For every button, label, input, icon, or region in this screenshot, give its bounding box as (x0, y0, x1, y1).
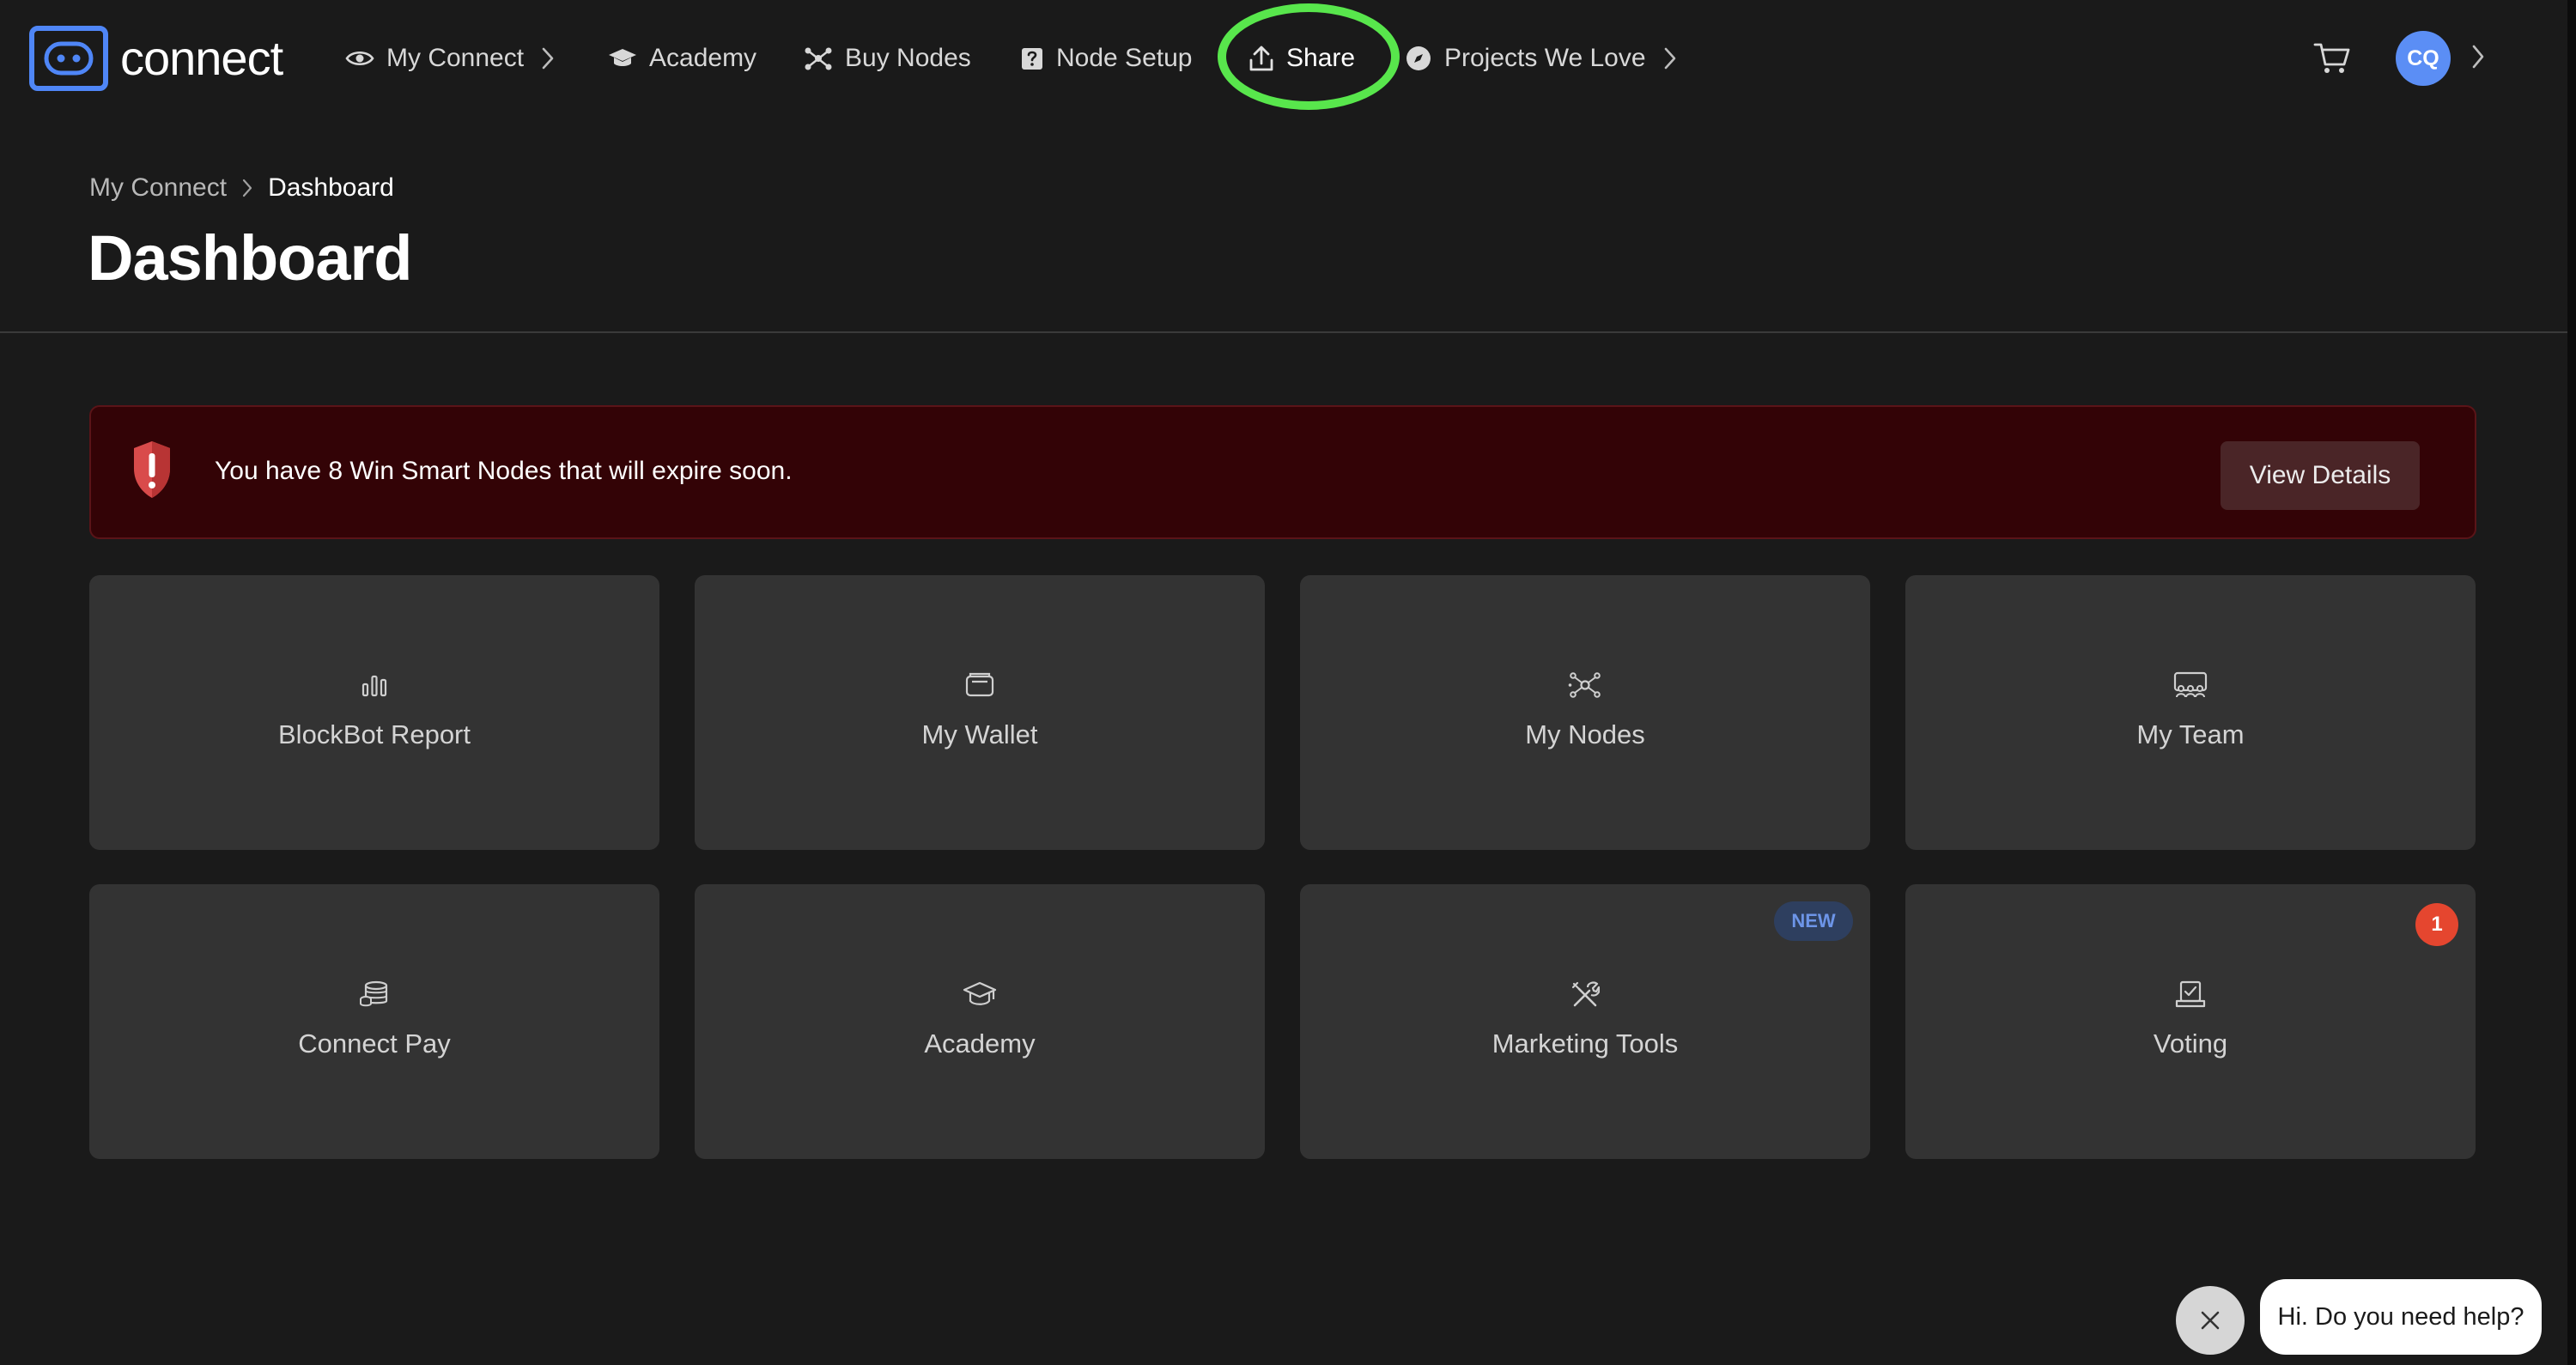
nav-node-setup[interactable]: Node Setup (1020, 39, 1192, 77)
chat-help-bubble[interactable]: Hi. Do you need help? (2260, 1279, 2542, 1355)
view-details-button[interactable]: View Details (2221, 441, 2420, 510)
chevron-right-icon (542, 47, 554, 70)
alert-message: You have 8 Win Smart Nodes that will exp… (215, 457, 793, 485)
breadcrumb-current: Dashboard (268, 173, 394, 202)
nav-label: Node Setup (1056, 44, 1193, 72)
network-icon (1568, 672, 1601, 698)
graduation-cap-icon (963, 981, 997, 1005)
tile-label: BlockBot Report (278, 719, 471, 749)
coins-icon (360, 980, 388, 1007)
dashboard-page: connect My Connect Academy Buy Nodes Nod… (0, 0, 2576, 1365)
team-icon (2173, 671, 2208, 698)
tile-label: My Wallet (921, 719, 1038, 749)
wallet-icon (965, 672, 994, 697)
window-edge (2567, 0, 2576, 1365)
chevron-right-icon (1664, 47, 1675, 70)
share-highlight-annotation (1218, 3, 1400, 110)
breadcrumb-link-my-connect[interactable]: My Connect (89, 173, 227, 203)
logo-text: connect (120, 31, 283, 85)
close-icon (2201, 1311, 2220, 1330)
tile-connect-pay[interactable]: Connect Pay (89, 884, 659, 1159)
graduation-cap-icon (609, 49, 636, 66)
cart-icon (2313, 43, 2350, 73)
nav-label: Buy Nodes (845, 44, 971, 72)
user-avatar[interactable]: CQ (2396, 31, 2451, 86)
eye-icon (345, 51, 374, 66)
tile-marketing-tools[interactable]: NEW Marketing Tools (1300, 884, 1870, 1159)
tile-label: Marketing Tools (1492, 1028, 1679, 1059)
chevron-right-icon (2472, 45, 2484, 69)
chevron-right-icon (242, 179, 252, 197)
nav-my-connect[interactable]: My Connect (345, 39, 555, 77)
tile-label: Connect Pay (298, 1028, 451, 1059)
tile-label: Voting (2153, 1028, 2228, 1059)
tile-my-team[interactable]: My Team (1905, 575, 2476, 850)
chat-close-button[interactable] (2176, 1286, 2245, 1355)
top-navigation: connect My Connect Academy Buy Nodes Nod… (0, 0, 2567, 115)
header-divider (0, 331, 2567, 333)
compass-icon (1406, 46, 1431, 70)
tile-blockbot-report[interactable]: BlockBot Report (89, 575, 659, 850)
ballot-icon (2175, 980, 2206, 1008)
shield-alert-icon (132, 440, 172, 504)
new-badge: NEW (1774, 901, 1853, 941)
tile-my-nodes[interactable]: My Nodes (1300, 575, 1870, 850)
nav-buy-nodes[interactable]: Buy Nodes (804, 39, 971, 77)
account-menu-button[interactable] (2471, 43, 2485, 75)
robot-logo-icon (29, 26, 108, 91)
breadcrumb: My Connect Dashboard (89, 173, 394, 203)
nav-label: My Connect (386, 44, 525, 72)
tools-icon (1571, 981, 1600, 1007)
nav-academy[interactable]: Academy (608, 39, 756, 77)
tile-label: My Nodes (1525, 719, 1645, 749)
nav-projects-we-love[interactable]: Projects We Love (1405, 39, 1677, 77)
nav-label: Projects We Love (1444, 44, 1646, 72)
node-setup-icon (1022, 48, 1042, 70)
tile-my-wallet[interactable]: My Wallet (695, 575, 1265, 850)
page-title: Dashboard (88, 222, 413, 294)
logo[interactable]: connect (29, 26, 283, 91)
nav-label: Academy (649, 44, 757, 72)
notification-count-badge: 1 (2415, 903, 2458, 946)
tile-label: Academy (924, 1028, 1036, 1059)
bar-chart-icon (361, 675, 387, 697)
tile-voting[interactable]: 1 Voting (1905, 884, 2476, 1159)
tile-label: My Team (2136, 719, 2245, 749)
cart-button[interactable] (2313, 41, 2351, 80)
expiry-alert-banner: You have 8 Win Smart Nodes that will exp… (89, 405, 2476, 539)
nodes-icon (805, 47, 832, 70)
tile-academy[interactable]: Academy (695, 884, 1265, 1159)
